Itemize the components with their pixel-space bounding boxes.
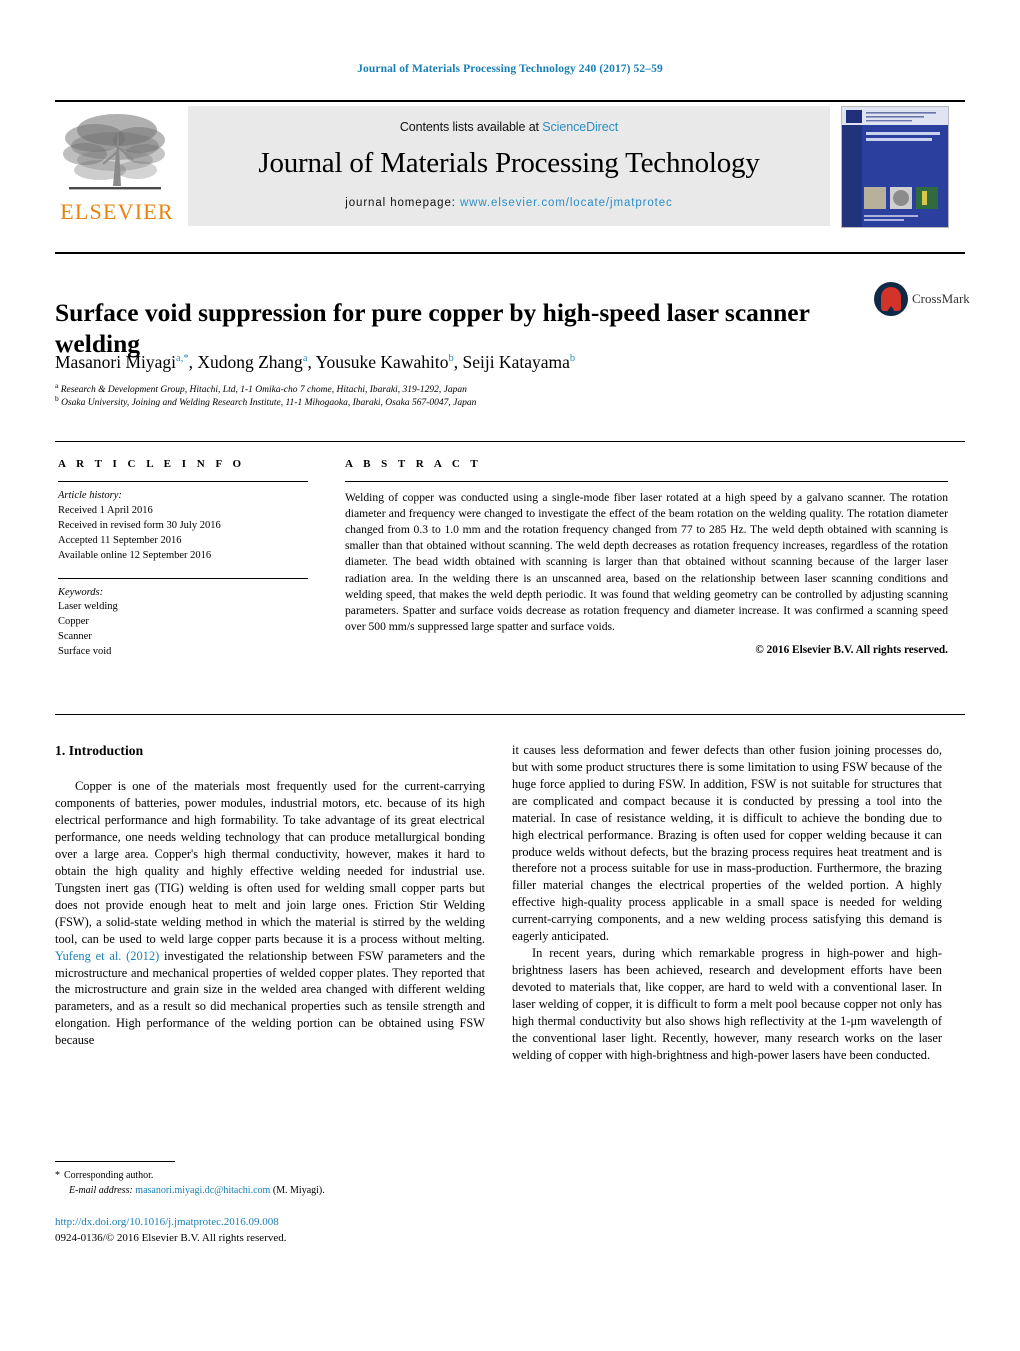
homepage-label: journal homepage: [345, 197, 456, 209]
article-info-rule [58, 481, 308, 482]
article-info-column: A R T I C L E I N F O Article history: R… [58, 458, 308, 660]
footnote-block: * Corresponding author. E-mail address: m… [55, 1168, 485, 1198]
email-line: E-mail address: masanori.miyagi.dc@hitac… [55, 1183, 485, 1198]
history-item: Accepted 11 September 2016 [58, 534, 182, 546]
email-label: E-mail address: [69, 1185, 133, 1196]
article-history-label: Article history: [58, 490, 122, 501]
title-separator-rule [55, 252, 965, 254]
keyword-item: Surface void [58, 646, 112, 658]
cover-art [842, 107, 948, 227]
history-item: Received 1 April 2016 [58, 504, 153, 516]
crossmark-label: CrossMark [912, 291, 970, 306]
journal-homepage-line: journal homepage: www.elsevier.com/locat… [188, 197, 830, 209]
body-paragraph-right-1: it causes less deformation and fewer def… [512, 743, 942, 944]
page-title: Surface void suppression for pure copper… [55, 298, 810, 359]
journal-band: Contents lists available at ScienceDirec… [188, 106, 830, 226]
journal-title: Journal of Materials Processing Technolo… [258, 147, 760, 179]
journal-masthead: ELSEVIER Contents lists available at Sci… [55, 100, 965, 228]
doi-link[interactable]: http://dx.doi.org/10.1016/j.jmatprotec.2… [55, 1215, 555, 1231]
paragraph-part-b: investigated the relationship between FS… [55, 948, 486, 1048]
paper-page: Journal of Materials Processing Technolo… [0, 0, 1020, 1351]
doi-block: http://dx.doi.org/10.1016/j.jmatprotec.2… [55, 1215, 555, 1247]
corresponding-star: * [55, 1170, 60, 1181]
email-suffix: (M. Miyagi). [272, 1185, 325, 1196]
author-list: Masanori Miyagia,*, Xudong Zhanga, Yousu… [55, 352, 576, 372]
abstract-copyright: © 2016 Elsevier B.V. All rights reserved… [755, 643, 948, 656]
keyword-item: Laser welding [58, 601, 118, 613]
abstract-text: Welding of copper was conducted using a … [345, 491, 948, 633]
elsevier-wordmark: ELSEVIER [60, 199, 174, 224]
abstract-column: A B S T R A C T Welding of copper was co… [345, 458, 948, 656]
info-separator-rule [55, 441, 965, 442]
keywords-rule [58, 577, 308, 579]
abstract-heading: A B S T R A C T [345, 458, 482, 470]
crossmark-icon [874, 282, 908, 316]
journal-cover-thumbnail [841, 106, 949, 228]
article-history-block: Article history: Received 1 April 2016 R… [58, 489, 308, 564]
article-info-heading: A R T I C L E I N F O [58, 458, 246, 470]
issn-copyright-line: 0924-0136/© 2016 Elsevier B.V. All right… [55, 1231, 287, 1244]
homepage-url-link[interactable]: www.elsevier.com/locate/jmatprotec [460, 197, 673, 209]
citation-link-yufeng[interactable]: Yufeng et al. (2012) [55, 949, 159, 963]
keyword-item: Scanner [58, 631, 92, 643]
keyword-item: Copper [58, 616, 89, 628]
keywords-block: Keywords: Laser welding Copper Scanner S… [58, 586, 308, 661]
paragraph-part-a: Copper is one of the materials most freq… [55, 779, 485, 946]
corresponding-label: Corresponding author. [64, 1170, 154, 1181]
history-item: Available online 12 September 2016 [58, 549, 212, 561]
running-head: Journal of Materials Processing Technolo… [357, 63, 663, 75]
email-link[interactable]: masanori.miyagi.dc@hitachi.com [135, 1185, 270, 1196]
footnote-rule [55, 1161, 175, 1162]
contents-available-line: Contents lists available at ScienceDirec… [188, 106, 830, 134]
body-separator-rule [55, 714, 965, 715]
sciencedirect-link[interactable]: ScienceDirect [542, 120, 618, 134]
elsevier-tree-icon [63, 114, 165, 190]
abstract-rule [345, 481, 948, 482]
section-heading-introduction: 1. Introduction [55, 743, 144, 758]
keywords-label: Keywords: [58, 586, 104, 598]
corresponding-author-line: * Corresponding author. [55, 1168, 485, 1183]
contents-prefix: Contents lists available at [399, 120, 543, 134]
body-column-left: 1. Introduction Copper is one of the mat… [55, 742, 485, 1049]
masthead-top-rule [55, 100, 965, 102]
affiliation-b: b Osaka University, Joining and Welding … [55, 394, 477, 409]
elsevier-logo: ELSEVIER [55, 108, 183, 226]
body-column-right: it causes less deformation and fewer def… [512, 742, 942, 1064]
history-item: Received in revised form 30 July 2016 [58, 519, 221, 531]
body-paragraph-right-2: In recent years, during which remarkable… [512, 946, 942, 1062]
crossmark-badge-group[interactable]: CrossMark [874, 282, 970, 330]
body-paragraph-left-1: Copper is one of the materials most freq… [55, 778, 485, 1049]
